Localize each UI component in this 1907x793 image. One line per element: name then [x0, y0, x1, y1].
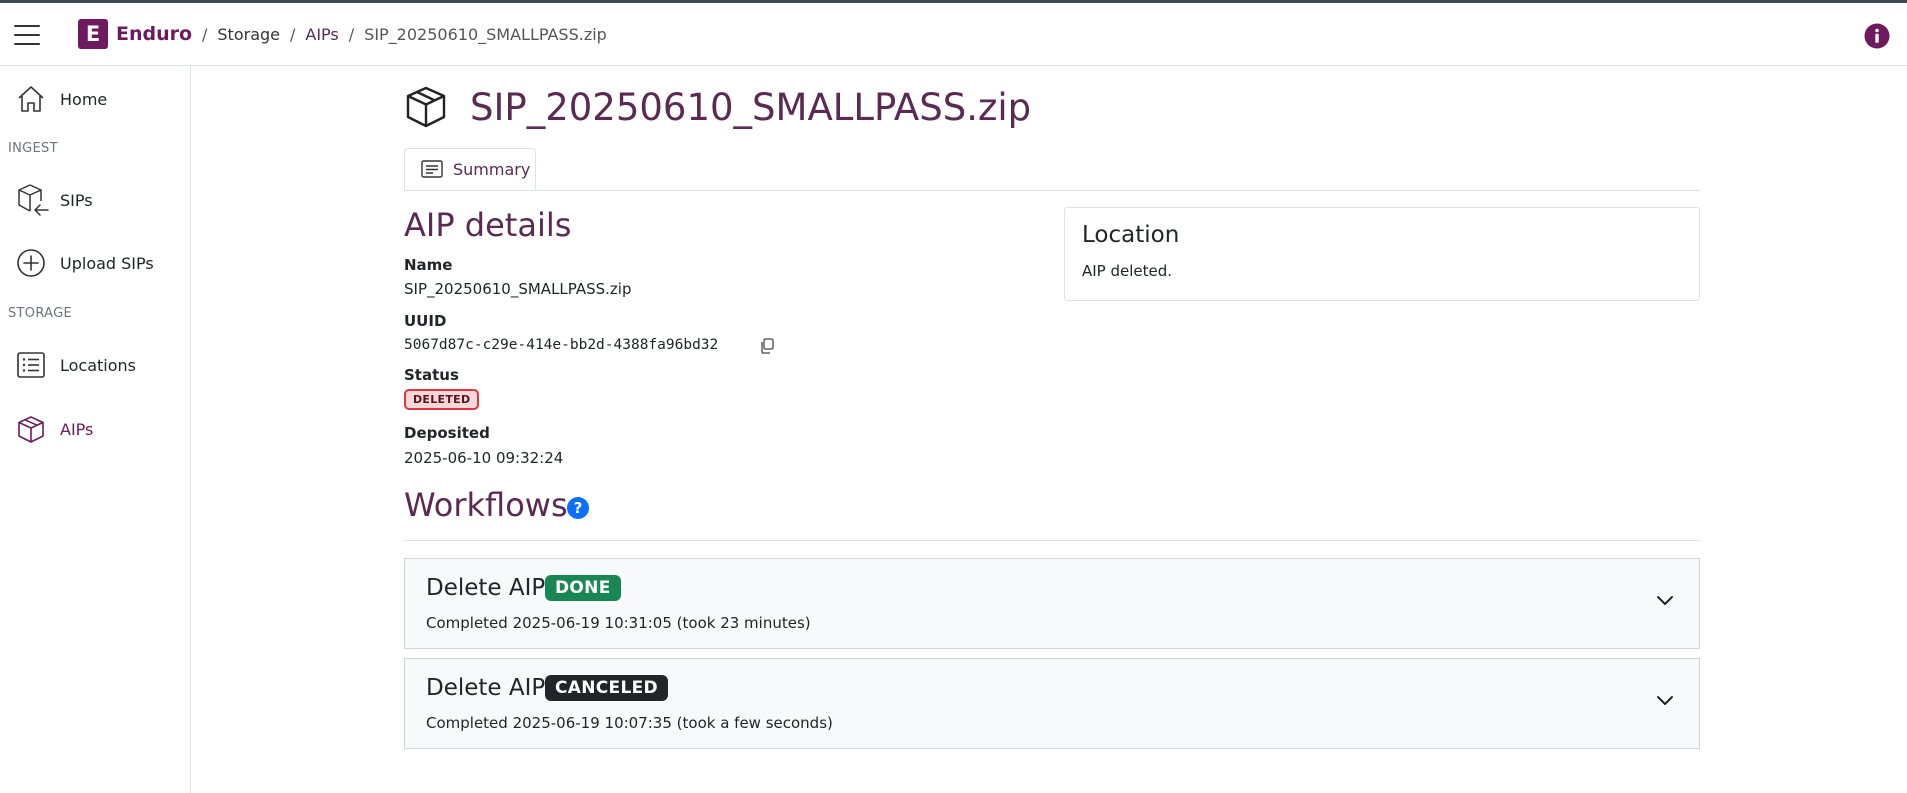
workflow-item-delete-aip-done[interactable]: Delete AIP DONE Completed 2025-06-19 10:…	[404, 558, 1700, 649]
workflow-item-delete-aip-canceled[interactable]: Delete AIP CANCELED Completed 2025-06-19…	[404, 658, 1700, 749]
workflow-status-badge: DONE	[545, 575, 621, 601]
sidebar-item-label: Upload SIPs	[60, 253, 154, 273]
sidebar-item-sips[interactable]: SIPs	[0, 180, 190, 220]
deposited-value: 2025-06-10 09:32:24	[404, 449, 564, 467]
box-icon	[18, 416, 44, 443]
breadcrumb-separator: /	[290, 25, 296, 44]
sidebar-item-locations[interactable]: Locations	[0, 345, 190, 385]
workflow-subtitle: Completed 2025-06-19 10:31:05 (took 23 m…	[426, 614, 811, 632]
question-icon[interactable]: ?	[566, 496, 590, 520]
tab-summary[interactable]: Summary	[404, 148, 536, 190]
sidebar-section-storage: STORAGE	[8, 306, 72, 321]
uuid-value: 5067d87c-c29e-414e-bb2d-4388fa96bd32	[404, 337, 719, 353]
location-text: AIP deleted.	[1082, 262, 1173, 280]
page-header: SIP_20250610_SMALLPASS.zip	[404, 82, 1031, 132]
package-in-icon	[18, 184, 49, 216]
svg-text:?: ?	[574, 499, 583, 517]
brand-link[interactable]: E Enduro	[78, 19, 192, 49]
name-label: Name	[404, 256, 453, 274]
workflows-heading: Workflows	[404, 486, 568, 524]
brand-name: Enduro	[116, 23, 193, 45]
location-title: Location	[1082, 222, 1180, 248]
sidebar-item-label: AIPs	[60, 419, 94, 439]
home-icon	[18, 86, 44, 112]
tab-label: Summary	[453, 159, 531, 179]
page-title: SIP_20250610_SMALLPASS.zip	[470, 85, 1032, 129]
list-icon	[17, 352, 45, 378]
workflow-title: Delete AIP	[426, 675, 546, 701]
aip-details-heading: AIP details	[404, 206, 572, 244]
box-icon	[406, 86, 446, 128]
hamburger-icon[interactable]	[14, 25, 40, 45]
breadcrumb: / Storage / AIPs / SIP_20250610_SMALLPAS…	[192, 25, 607, 44]
breadcrumb-separator: /	[348, 25, 355, 44]
chevron-down-icon[interactable]	[1656, 695, 1674, 707]
breadcrumb-aips-link[interactable]: AIPs	[305, 25, 338, 44]
breadcrumb-storage: Storage	[217, 25, 280, 44]
workflow-title: Delete AIP	[426, 575, 546, 601]
sidebar-item-label: Home	[60, 89, 108, 109]
sidebar-item-upload-sips[interactable]: Upload SIPs	[0, 243, 190, 283]
sidebar-item-home[interactable]: Home	[0, 79, 190, 119]
summary-icon	[421, 160, 443, 178]
breadcrumb-current: SIP_20250610_SMALLPASS.zip	[364, 25, 607, 44]
location-card: Location AIP deleted.	[1064, 207, 1700, 301]
breadcrumb-separator: /	[202, 25, 208, 44]
status-label: Status	[404, 366, 459, 384]
sidebar-section-ingest: INGEST	[8, 141, 58, 156]
uuid-label: UUID	[404, 312, 447, 330]
sidebar-item-aips[interactable]: AIPs	[0, 409, 190, 449]
app-header: E Enduro / Storage / AIPs / SIP_20250610…	[0, 3, 1907, 66]
info-icon[interactable]	[1864, 23, 1890, 49]
name-value: SIP_20250610_SMALLPASS.zip	[404, 280, 632, 298]
status-badge: DELETED	[404, 389, 480, 410]
deposited-label: Deposited	[404, 424, 490, 442]
sidebar-item-label: Locations	[60, 355, 137, 375]
enduro-logo-icon: E	[78, 19, 108, 49]
sidebar: Home INGEST SIPs Upload SIPs STORAGE Loc…	[0, 66, 191, 793]
copy-icon[interactable]	[760, 338, 774, 354]
workflows-divider	[404, 540, 1700, 541]
workflow-subtitle: Completed 2025-06-19 10:07:35 (took a fe…	[426, 714, 833, 732]
plus-circle-icon	[17, 249, 45, 277]
tab-bar: Summary	[404, 148, 1700, 191]
workflow-status-badge: CANCELED	[545, 675, 668, 701]
sidebar-item-label: SIPs	[60, 190, 93, 210]
chevron-down-icon[interactable]	[1656, 595, 1674, 607]
